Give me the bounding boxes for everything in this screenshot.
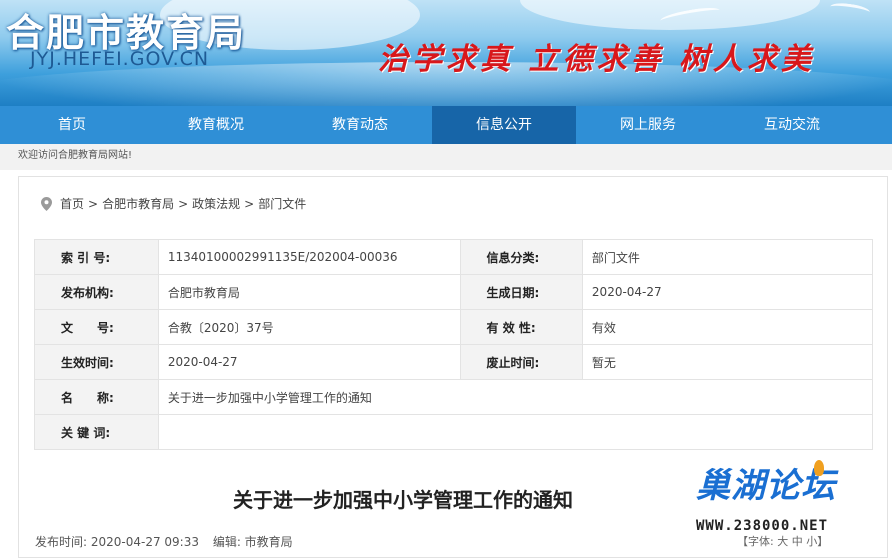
breadcrumb-policy[interactable]: 政策法规 (192, 195, 240, 212)
site-slogan: 治学求真 立德求善 树人求美 (378, 42, 815, 77)
keywords-label: 关 键 词: (34, 414, 159, 450)
effective-value: 2020-04-27 (157, 344, 461, 380)
doc-no-label: 文 号: (34, 309, 159, 345)
breadcrumb-sep: > (178, 196, 189, 211)
publisher-value: 合肥市教育局 (157, 274, 461, 310)
breadcrumb-sep: > (88, 196, 99, 211)
table-row: 名 称: 关于进一步加强中小学管理工作的通知 (34, 379, 874, 415)
keywords-value (157, 414, 874, 450)
editor: 编辑: 市教育局 (212, 535, 293, 549)
name-label: 名 称: (34, 379, 159, 415)
category-label: 信息分类: (459, 239, 583, 275)
index-label: 索 引 号: (34, 239, 159, 275)
repeal-label: 废止时间: (459, 344, 583, 380)
breadcrumb-dept-docs[interactable]: 部门文件 (258, 195, 306, 212)
table-row: 索 引 号: 11340100002991135E/202004-00036 信… (34, 239, 874, 275)
validity-label: 有 效 性: (459, 309, 583, 345)
breadcrumb-sep: > (244, 196, 255, 211)
name-value: 关于进一步加强中小学管理工作的通知 (157, 379, 874, 415)
article-title: 关于进一步加强中小学管理工作的通知 (233, 488, 573, 512)
bird-icon (829, 1, 871, 18)
watermark: 巢湖论坛 WWW.238000.NET (694, 458, 884, 538)
effective-label: 生效时间: (34, 344, 159, 380)
nav-item-info-disclosure[interactable]: 信息公开 (432, 106, 576, 144)
doc-no-value: 合教〔2020〕37号 (157, 309, 461, 345)
nav-item-overview[interactable]: 教育概况 (144, 106, 288, 144)
nav-item-interaction[interactable]: 互动交流 (720, 106, 864, 144)
nav-item-news[interactable]: 教育动态 (288, 106, 432, 144)
validity-value: 有效 (581, 309, 874, 345)
nav-item-online-service[interactable]: 网上服务 (576, 106, 720, 144)
breadcrumb-home[interactable]: 首页 (60, 195, 84, 212)
table-row: 关 键 词: (34, 414, 874, 450)
index-value: 11340100002991135E/202004-00036 (157, 239, 461, 275)
document-meta-table: 索 引 号: 11340100002991135E/202004-00036 信… (34, 239, 874, 450)
publisher-label: 发布机构: (34, 274, 159, 310)
welcome-bar: 欢迎访问合肥教育局网站! (0, 144, 892, 170)
breadcrumb-bureau[interactable]: 合肥市教育局 (102, 195, 174, 212)
publish-time: 发布时间: 2020-04-27 09:33 (35, 535, 199, 549)
table-row: 生效时间: 2020-04-27 废止时间: 暂无 (34, 344, 874, 380)
repeal-value: 暂无 (581, 344, 874, 380)
gen-date-label: 生成日期: (459, 274, 583, 310)
category-value: 部门文件 (581, 239, 874, 275)
location-pin-icon (41, 196, 52, 211)
header-banner: 合肥市教育局 JYJ.HEFEI.GOV.CN 治学求真 立德求善 树人求美 (0, 0, 892, 106)
breadcrumb: 首页 > 合肥市教育局 > 政策法规 > 部门文件 (41, 195, 306, 212)
table-row: 文 号: 合教〔2020〕37号 有 效 性: 有效 (34, 309, 874, 345)
table-row: 发布机构: 合肥市教育局 生成日期: 2020-04-27 (34, 274, 874, 310)
nav-item-home[interactable]: 首页 (0, 106, 144, 144)
site-url: JYJ.HEFEI.GOV.CN (30, 48, 210, 70)
flame-icon (814, 460, 824, 476)
watermark-url: WWW.238000.NET (696, 518, 829, 534)
publish-info: 发布时间: 2020-04-27 09:33 编辑: 市教育局 (35, 533, 303, 550)
gen-date-value: 2020-04-27 (581, 274, 874, 310)
main-nav: 首页 教育概况 教育动态 信息公开 网上服务 互动交流 (0, 106, 892, 144)
